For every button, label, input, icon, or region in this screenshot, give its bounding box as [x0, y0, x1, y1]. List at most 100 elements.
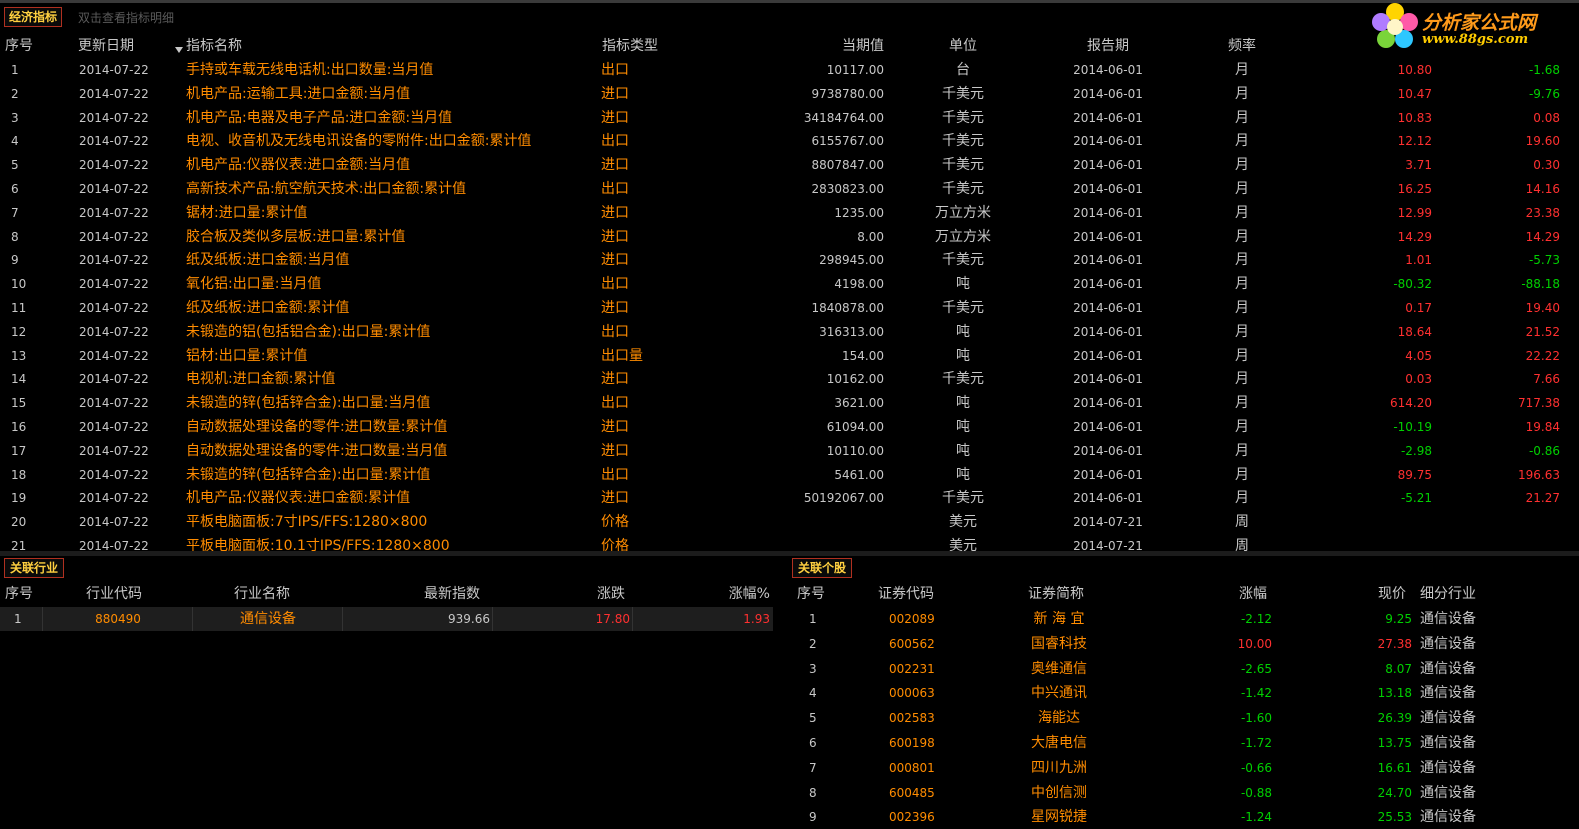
indicator-row[interactable]: 20 2014-07-22 平板电脑面板:7寸IPS/FFS:1280×800 价格 美…	[0, 510, 1579, 534]
stock-row[interactable]: 8 600485 中创信测 -0.88 24.70 通信设备	[792, 781, 1579, 805]
indicator-row[interactable]: 14 2014-07-22 电视机:进口金额:累计值 进口 10162.00 千美元 201…	[0, 367, 1579, 391]
security-name[interactable]: 奥维通信	[1014, 657, 1104, 681]
col-header-change-pct[interactable]: 涨幅	[1239, 582, 1267, 606]
col-header-indicator-name[interactable]: 指标名称	[186, 34, 242, 58]
col-header-current-value[interactable]: 当期值	[780, 34, 884, 58]
col-header-latest-index[interactable]: 最新指数	[424, 582, 480, 606]
indicator-row[interactable]: 16 2014-07-22 自动数据处理设备的零件:进口数量:累计值 进口 61094.…	[0, 415, 1579, 439]
indicator-row[interactable]: 11 2014-07-22 纸及纸板:进口金额:累计值 进口 1840878.00 千美元…	[0, 296, 1579, 320]
change-value-1: 89.75	[1397, 467, 1432, 482]
update-date: 2014-07-22	[79, 467, 149, 482]
col-header-update-date[interactable]: 更新日期	[78, 34, 134, 58]
current-value: 2830823.00	[811, 182, 884, 196]
change-value-1: 10.80	[1397, 63, 1432, 77]
current-value: 154.00	[842, 348, 884, 363]
col-header-security-name[interactable]: 证券简称	[1028, 582, 1084, 606]
update-date: 2014-07-22	[79, 158, 149, 173]
indicator-row[interactable]: 7 2014-07-22 锯材:进口量:累计值 进口 1235.00 万立方米 2014-0…	[0, 201, 1579, 225]
indicator-name[interactable]: 铝材:出口量:累计值	[186, 344, 307, 368]
indicator-row[interactable]: 21 2014-07-22 平板电脑面板:10.1寸IPS/FFS:1280×800…	[0, 534, 1579, 551]
indicator-name[interactable]: 纸及纸板:进口金额:当月值	[186, 248, 349, 272]
stock-row[interactable]: 2 600562 国睿科技 10.00 27.38 通信设备	[792, 632, 1579, 656]
indicator-row[interactable]: 17 2014-07-22 自动数据处理设备的零件:进口数量:当月值 进口 10110.…	[0, 439, 1579, 463]
indicator-name[interactable]: 机电产品:仪器仪表:进口金额:累计值	[186, 486, 410, 510]
security-code: 600198	[889, 736, 935, 750]
indicator-row[interactable]: 3 2014-07-22 机电产品:电器及电子产品:进口金额:当月值 进口 341847…	[0, 106, 1579, 130]
indicator-name[interactable]: 未锻造的铝(包括铝合金):出口量:累计值	[186, 320, 430, 344]
report-period: 2014-06-01	[1073, 86, 1143, 101]
indicator-name[interactable]: 纸及纸板:进口金额:累计值	[186, 296, 349, 320]
indicator-name[interactable]: 手持或车载无线电话机:出口数量:当月值	[186, 58, 433, 82]
security-name[interactable]: 国睿科技	[1014, 632, 1104, 656]
indicator-row[interactable]: 18 2014-07-22 未锻造的锌(包括锌合金):出口量:累计值 出口 5461.0…	[0, 463, 1579, 487]
indicator-row[interactable]: 1 2014-07-22 手持或车载无线电话机:出口数量:当月值 出口 10117.00…	[0, 58, 1579, 82]
stock-row[interactable]: 1 002089 新 海 宜 -2.12 9.25 通信设备	[792, 607, 1579, 631]
stock-row[interactable]: 6 600198 大唐电信 -1.72 13.75 通信设备	[792, 731, 1579, 755]
indicator-name[interactable]: 未锻造的锌(包括锌合金):出口量:当月值	[186, 391, 430, 415]
indicator-name[interactable]: 胶合板及类似多层板:进口量:累计值	[186, 225, 405, 249]
stock-row[interactable]: 7 000801 四川九洲 -0.66 16.61 通信设备	[792, 756, 1579, 780]
col-header-security-code[interactable]: 证券代码	[878, 582, 934, 606]
indicator-row[interactable]: 10 2014-07-22 氧化铝:出口量:当月值 出口 4198.00 吨 2014-06…	[0, 272, 1579, 296]
indicator-row[interactable]: 6 2014-07-22 高新技术产品:航空航天技术:出口金额:累计值 出口 28308…	[0, 177, 1579, 201]
indicator-row[interactable]: 15 2014-07-22 未锻造的锌(包括锌合金):出口量:当月值 出口 3621.0…	[0, 391, 1579, 415]
indicator-name[interactable]: 电视机:进口金额:累计值	[186, 367, 335, 391]
indicator-row[interactable]: 2 2014-07-22 机电产品:运输工具:进口金额:当月值 进口 9738780.0…	[0, 82, 1579, 106]
indicator-name[interactable]: 自动数据处理设备的零件:进口数量:累计值	[186, 415, 447, 439]
security-name[interactable]: 中创信测	[1014, 781, 1104, 805]
stock-row[interactable]: 4 000063 中兴通讯 -1.42 13.18 通信设备	[792, 681, 1579, 705]
indicator-row[interactable]: 13 2014-07-22 铝材:出口量:累计值 出口量 154.00 吨 2014-06-…	[0, 344, 1579, 368]
indicator-row[interactable]: 4 2014-07-22 电视、收音机及无线电讯设备的零附件:出口金额:累计值 出口 6…	[0, 129, 1579, 153]
current-value: 1840878.00	[811, 301, 884, 315]
indicator-name[interactable]: 电视、收音机及无线电讯设备的零附件:出口金额:累计值	[186, 129, 531, 153]
security-name[interactable]: 星网锐捷	[1014, 805, 1104, 829]
col-header-industry-code[interactable]: 行业代码	[86, 582, 142, 606]
indicator-name[interactable]: 未锻造的锌(包括锌合金):出口量:累计值	[186, 463, 430, 487]
col-header-sub-industry[interactable]: 细分行业	[1420, 582, 1476, 606]
col-header-report-period[interactable]: 报告期	[1060, 34, 1156, 58]
indicator-name[interactable]: 平板电脑面板:10.1寸IPS/FFS:1280×800	[186, 534, 450, 551]
col-header-index[interactable]: 序号	[5, 582, 33, 606]
indicator-row[interactable]: 9 2014-07-22 纸及纸板:进口金额:当月值 进口 298945.00 千美元 20…	[0, 248, 1579, 272]
sub-industry: 通信设备	[1420, 685, 1476, 702]
indicator-name[interactable]: 平板电脑面板:7寸IPS/FFS:1280×800	[186, 510, 427, 534]
col-header-price[interactable]: 现价	[1378, 582, 1406, 606]
indicator-name[interactable]: 机电产品:电器及电子产品:进口金额:当月值	[186, 106, 452, 130]
industry-row[interactable]: 1 880490 通信设备 939.66 17.80 1.93	[0, 607, 773, 631]
security-name[interactable]: 四川九洲	[1014, 756, 1104, 780]
stock-row[interactable]: 3 002231 奥维通信 -2.65 8.07 通信设备	[792, 657, 1579, 681]
stock-row[interactable]: 5 002583 海能达 -1.60 26.39 通信设备	[792, 706, 1579, 730]
col-header-indicator-type[interactable]: 指标类型	[602, 34, 658, 58]
industry-name[interactable]: 通信设备	[192, 607, 343, 631]
sort-desc-icon[interactable]	[175, 47, 183, 53]
security-name[interactable]: 海能达	[1014, 706, 1104, 730]
sub-industry: 通信设备	[1420, 784, 1476, 801]
stock-row[interactable]: 9 002396 星网锐捷 -1.24 25.53 通信设备	[792, 805, 1579, 829]
indicator-name[interactable]: 锯材:进口量:累计值	[186, 201, 307, 225]
col-header-frequency[interactable]: 频率	[1215, 34, 1269, 58]
indicator-row[interactable]: 5 2014-07-22 机电产品:仪器仪表:进口金额:当月值 进口 8807847.0…	[0, 153, 1579, 177]
col-header-change-pct[interactable]: 涨幅%	[700, 582, 770, 606]
security-name[interactable]: 大唐电信	[1014, 731, 1104, 755]
col-header-industry-name[interactable]: 行业名称	[234, 582, 290, 606]
col-header-index[interactable]: 序号	[797, 582, 825, 606]
change-pct: 1.93	[632, 607, 770, 631]
indicator-name[interactable]: 机电产品:仪器仪表:进口金额:当月值	[186, 153, 410, 177]
indicator-row[interactable]: 19 2014-07-22 机电产品:仪器仪表:进口金额:累计值 进口 50192067…	[0, 486, 1579, 510]
col-header-unit[interactable]: 单位	[920, 34, 1006, 58]
security-name[interactable]: 新 海 宜	[1014, 607, 1104, 631]
indicator-type: 进口	[601, 228, 629, 245]
tab-related-stocks[interactable]: 关联个股	[792, 558, 853, 578]
indicator-row[interactable]: 8 2014-07-22 胶合板及类似多层板:进口量:累计值 进口 8.00 万立方米 20…	[0, 225, 1579, 249]
stock-header-row: 序号 证券代码 证券简称 涨幅 现价 细分行业	[792, 582, 1579, 606]
tab-economic-indicators[interactable]: 经济指标	[4, 7, 63, 27]
indicator-name[interactable]: 氧化铝:出口量:当月值	[186, 272, 321, 296]
col-header-index[interactable]: 序号	[5, 34, 33, 58]
indicator-name[interactable]: 高新技术产品:航空航天技术:出口金额:累计值	[186, 177, 466, 201]
col-header-change[interactable]: 涨跌	[597, 582, 625, 606]
indicator-name[interactable]: 自动数据处理设备的零件:进口数量:当月值	[186, 439, 447, 463]
indicator-name[interactable]: 机电产品:运输工具:进口金额:当月值	[186, 82, 410, 106]
tab-related-industry[interactable]: 关联行业	[4, 558, 65, 578]
security-name[interactable]: 中兴通讯	[1014, 681, 1104, 705]
indicator-row[interactable]: 12 2014-07-22 未锻造的铝(包括铝合金):出口量:累计值 出口 316313…	[0, 320, 1579, 344]
